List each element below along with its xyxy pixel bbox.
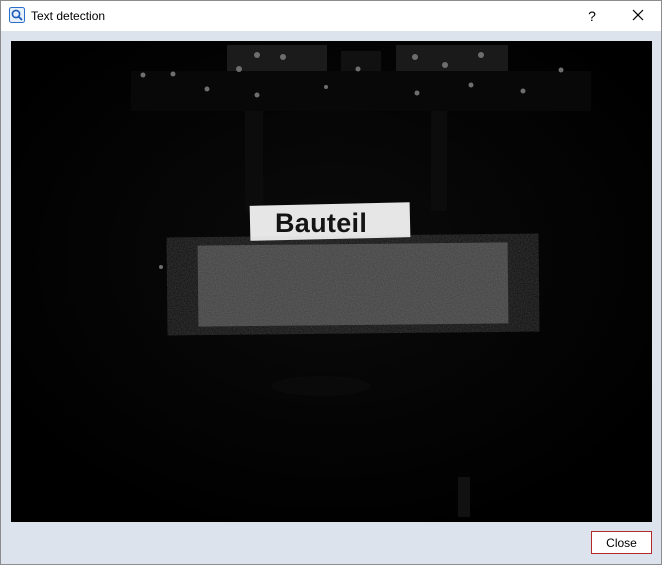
close-window-button[interactable] xyxy=(615,1,661,31)
close-icon xyxy=(632,9,644,24)
window-title: Text detection xyxy=(31,9,106,23)
image-viewport[interactable]: Bauteil xyxy=(11,41,652,522)
search-icon xyxy=(9,7,25,23)
title-bar[interactable]: Text detection ? xyxy=(1,1,661,31)
detected-text-label: Bauteil xyxy=(275,208,368,238)
close-button[interactable]: Close xyxy=(591,531,652,554)
camera-image xyxy=(11,41,652,522)
help-button[interactable]: ? xyxy=(569,1,615,31)
dialog-window: Text detection ? Bauteil Close xyxy=(0,0,662,565)
